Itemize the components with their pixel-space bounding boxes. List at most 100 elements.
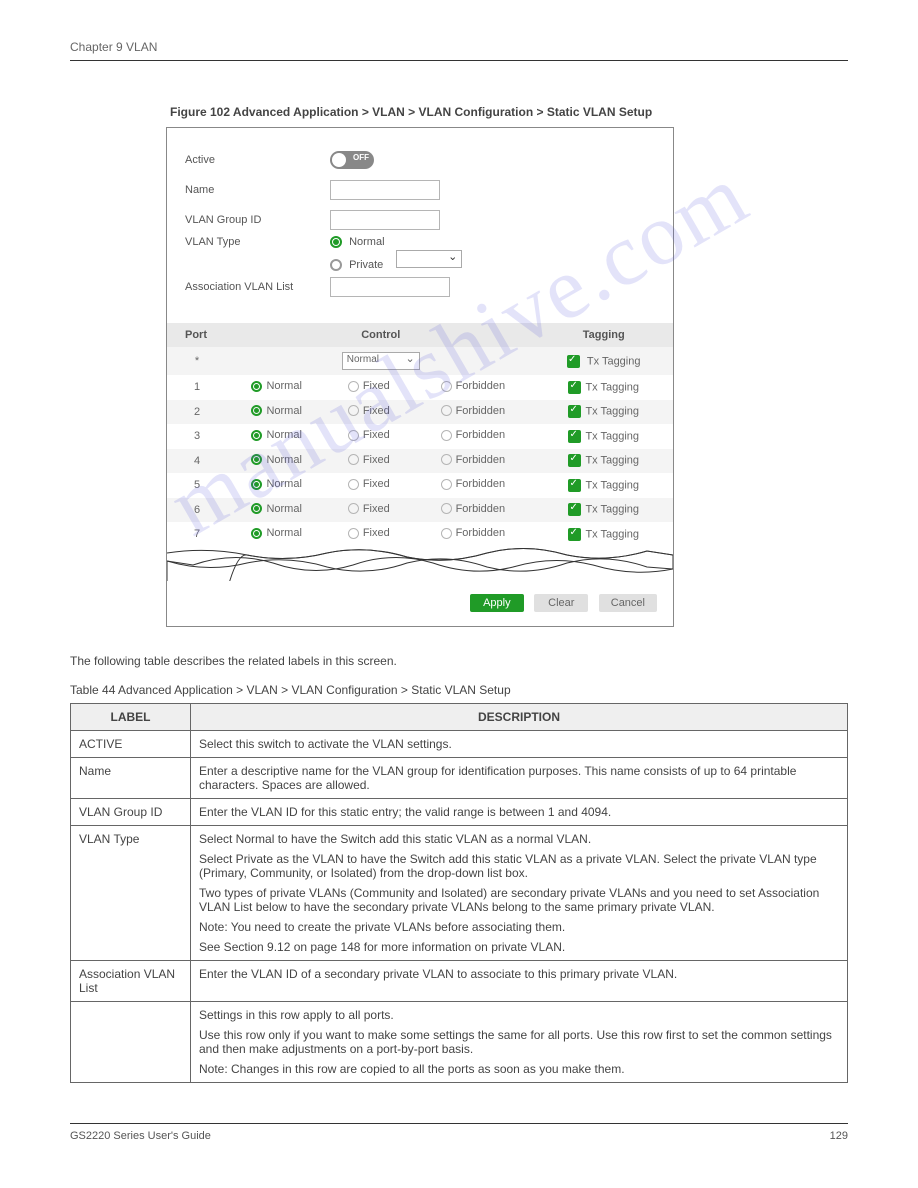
clear-button[interactable]: Clear: [534, 594, 588, 612]
tag-checkbox[interactable]: [568, 454, 581, 467]
tag-all-checkbox[interactable]: [567, 355, 580, 368]
footer-title: GS2220 Series User's Guide: [70, 1130, 211, 1142]
control-all-select[interactable]: Normal: [342, 352, 420, 370]
desc-label: VLAN Type: [71, 826, 191, 961]
table-row: 4NormalFixedForbiddenTx Tagging: [167, 449, 673, 474]
desc-row: Name Enter a descriptive name for the VL…: [71, 758, 848, 799]
tag-checkbox[interactable]: [568, 430, 581, 443]
tag-checkbox[interactable]: [568, 503, 581, 516]
normal-radio[interactable]: [251, 454, 262, 465]
fixed-radio[interactable]: [348, 381, 359, 392]
vlan-type-private-label: Private: [349, 259, 383, 271]
fixed-radio[interactable]: [348, 479, 359, 490]
name-label: Name: [185, 184, 330, 196]
desc-label: ACTIVE: [71, 731, 191, 758]
normal-radio[interactable]: [251, 381, 262, 392]
desc-col-description: DESCRIPTION: [191, 704, 848, 731]
fixed-radio[interactable]: [348, 430, 359, 441]
table-row: 7NormalFixedForbiddenTx Tagging: [167, 522, 673, 547]
forbidden-radio[interactable]: [441, 479, 452, 490]
vlan-type-normal-label: Normal: [349, 236, 384, 248]
forbidden-radio[interactable]: [441, 430, 452, 441]
normal-radio[interactable]: [251, 528, 262, 539]
forbidden-radio[interactable]: [441, 381, 452, 392]
normal-radio[interactable]: [251, 430, 262, 441]
footer-page: 129: [830, 1130, 848, 1142]
name-input[interactable]: [330, 180, 440, 200]
assoc-list-label: Association VLAN List: [185, 281, 330, 293]
desc-col-label: LABEL: [71, 704, 191, 731]
fixed-radio[interactable]: [348, 503, 359, 514]
table-caption: Table 44 Advanced Application > VLAN > V…: [70, 683, 848, 697]
chapter-text: Chapter 9 VLAN: [70, 40, 157, 54]
figure-caption: Figure 102 Advanced Application > VLAN >…: [70, 105, 848, 119]
chapter-header: Chapter 9 VLAN: [70, 40, 848, 61]
normal-radio[interactable]: [251, 405, 262, 416]
vlan-type-label: VLAN Type: [185, 236, 330, 248]
tag-all-label: Tx Tagging: [587, 355, 641, 367]
fixed-radio[interactable]: [348, 405, 359, 416]
toggle-off-text: OFF: [353, 153, 369, 162]
private-type-select[interactable]: [396, 250, 462, 268]
table-row: 3NormalFixedForbiddenTx Tagging: [167, 424, 673, 449]
desc-text: Select this switch to activate the VLAN …: [191, 731, 848, 758]
active-label: Active: [185, 154, 330, 166]
desc-row: Association VLAN List Enter the VLAN ID …: [71, 961, 848, 1002]
apply-button[interactable]: Apply: [470, 594, 524, 612]
cancel-button[interactable]: Cancel: [599, 594, 657, 612]
tear-indicator: [167, 547, 673, 581]
col-tagging: Tagging: [535, 323, 674, 347]
tag-checkbox[interactable]: [568, 528, 581, 541]
tag-checkbox[interactable]: [568, 381, 581, 394]
group-id-input[interactable]: [330, 210, 440, 230]
fixed-radio[interactable]: [348, 454, 359, 465]
desc-text: Enter the VLAN ID for this static entry;…: [191, 799, 848, 826]
port-num: 2: [167, 400, 227, 425]
normal-radio[interactable]: [251, 479, 262, 490]
desc-row: VLAN Type Select Normal to have the Swit…: [71, 826, 848, 961]
forbidden-radio[interactable]: [441, 454, 452, 465]
tag-checkbox[interactable]: [568, 479, 581, 492]
port-num: 1: [167, 375, 227, 400]
description-table: LABEL DESCRIPTION ACTIVE Select this swi…: [70, 703, 848, 1083]
fixed-radio[interactable]: [348, 528, 359, 539]
table-row: 6NormalFixedForbiddenTx Tagging: [167, 498, 673, 523]
page-footer: GS2220 Series User's Guide 129: [70, 1123, 848, 1142]
desc-row: ACTIVE Select this switch to activate th…: [71, 731, 848, 758]
table-row: 1NormalFixedForbiddenTx Tagging: [167, 375, 673, 400]
port-table: Port Control Tagging * Normal Tx Tagging…: [167, 323, 673, 547]
active-toggle[interactable]: OFF: [330, 151, 374, 169]
desc-label: Name: [71, 758, 191, 799]
table-row: 5NormalFixedForbiddenTx Tagging: [167, 473, 673, 498]
forbidden-radio[interactable]: [441, 528, 452, 539]
desc-text: Enter a descriptive name for the VLAN gr…: [191, 758, 848, 799]
port-num: 5: [167, 473, 227, 498]
desc-text: Select Normal to have the Switch add thi…: [191, 826, 848, 961]
port-num: 3: [167, 424, 227, 449]
tag-checkbox[interactable]: [568, 405, 581, 418]
port-num: 4: [167, 449, 227, 474]
normal-radio[interactable]: [251, 503, 262, 514]
desc-label: [71, 1002, 191, 1083]
col-control: Control: [227, 323, 535, 347]
desc-row: VLAN Group ID Enter the VLAN ID for this…: [71, 799, 848, 826]
table-row: 2NormalFixedForbiddenTx Tagging: [167, 400, 673, 425]
port-star: *: [167, 347, 227, 375]
vlan-type-normal-radio[interactable]: [330, 236, 342, 248]
intro-paragraph: The following table describes the relate…: [70, 653, 848, 670]
col-port: Port: [167, 323, 227, 347]
forbidden-radio[interactable]: [441, 503, 452, 514]
vlan-type-private-radio[interactable]: [330, 259, 342, 271]
static-vlan-panel: Active OFF Name VLAN Group ID VLAN Type …: [166, 127, 674, 627]
desc-label: Association VLAN List: [71, 961, 191, 1002]
desc-row: Settings in this row apply to all ports.…: [71, 1002, 848, 1083]
assoc-list-input[interactable]: [330, 277, 450, 297]
port-num: 6: [167, 498, 227, 523]
table-row: * Normal Tx Tagging: [167, 347, 673, 375]
forbidden-radio[interactable]: [441, 405, 452, 416]
port-num: 7: [167, 522, 227, 547]
desc-text: Enter the VLAN ID of a secondary private…: [191, 961, 848, 1002]
desc-text: Settings in this row apply to all ports.…: [191, 1002, 848, 1083]
group-id-label: VLAN Group ID: [185, 214, 330, 226]
desc-label: VLAN Group ID: [71, 799, 191, 826]
